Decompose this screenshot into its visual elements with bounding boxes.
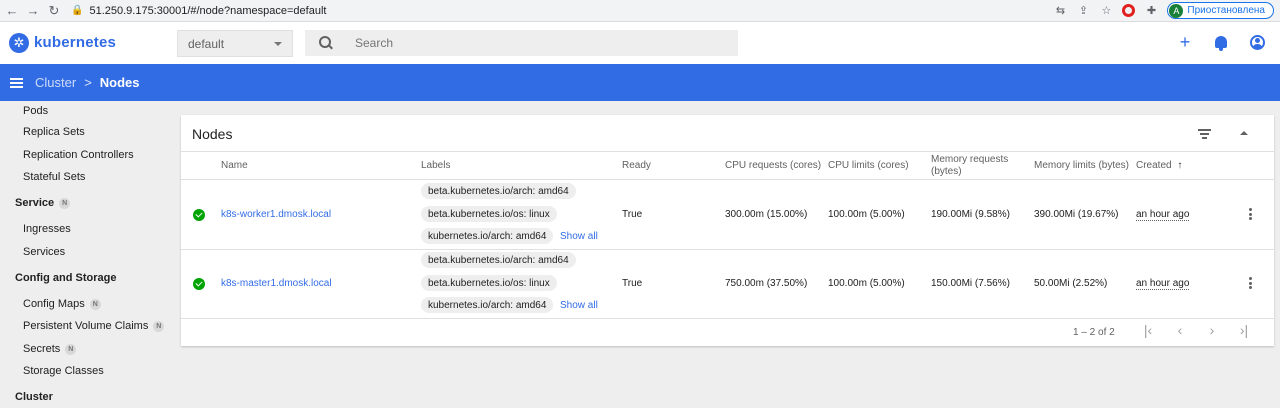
forward-icon[interactable]: → [24,2,42,20]
column-header-cpu-requests[interactable]: CPU requests (cores) [725,160,821,172]
sidebar-item-pvc[interactable]: Persistent Volume Claims N [23,320,165,332]
divider [181,179,1274,180]
search-icon [319,36,333,50]
created-value[interactable]: an hour ago [1136,278,1190,290]
cpu-limits-value: 100.00m (5.00%) [828,209,905,220]
namespace-select[interactable]: default [177,30,293,57]
app-header: ✲ kubernetes default + [0,22,1280,64]
opera-extension-icon[interactable] [1122,4,1136,17]
namespaced-badge: N [153,320,165,332]
sidebar-item-pods[interactable]: Pods [23,105,48,117]
sidebar-item-services[interactable]: Services [23,246,65,258]
sort-ascending-icon: ↑ [1177,160,1183,171]
show-all-labels-link[interactable]: Show all [560,300,598,311]
label-chip: beta.kubernetes.io/os: linux [421,275,557,291]
avatar: A [1169,3,1184,18]
browser-toolbar: ← → ↻ 🔒 51.250.9.175:30001/#/node?namesp… [0,0,1280,22]
breadcrumb-cluster[interactable]: Cluster [35,75,76,90]
reload-icon[interactable]: ↻ [45,2,63,20]
bell-icon[interactable] [1212,33,1230,51]
label-chip: kubernetes.io/arch: amd64 [421,297,554,313]
sidebar-item-replication-controllers[interactable]: Replication Controllers [23,149,134,161]
label-chip: kubernetes.io/arch: amd64 [421,228,554,244]
translate-icon[interactable]: ⇆ [1053,4,1067,18]
column-header-ready[interactable]: Ready [622,160,651,172]
label-chip: beta.kubernetes.io/arch: amd64 [421,252,576,268]
lock-icon[interactable]: 🔒 [71,5,83,16]
sidebar: Pods Replica Sets Replication Controller… [0,101,168,408]
column-header-cpu-limits[interactable]: CPU limits (cores) [828,160,909,172]
sidebar-item-storage-classes[interactable]: Storage Classes [23,365,104,377]
profile-button[interactable]: A Приостановлена [1167,2,1274,19]
profile-status: Приостановлена [1187,5,1265,16]
column-header-labels: Labels [421,160,451,171]
breadcrumb-current: Nodes [99,75,140,90]
ready-value: True [622,278,643,289]
breadcrumb-separator: > [84,75,92,90]
collapse-icon[interactable] [1240,131,1248,135]
namespaced-badge: N [65,343,77,355]
node-name-link[interactable]: k8s-master1.dmosk.local [221,278,332,289]
chevron-down-icon [274,42,282,46]
star-icon[interactable]: ☆ [1099,4,1113,18]
account-icon[interactable] [1248,33,1266,51]
sidebar-item-replica-sets[interactable]: Replica Sets [23,126,85,138]
kubernetes-logo-icon[interactable]: ✲ [9,33,29,53]
search-input[interactable] [355,36,715,50]
nodes-card: Nodes Name Labels Ready CPU requests (co… [181,115,1274,346]
address-bar[interactable]: 51.250.9.175:30001/#/node?namespace=defa… [89,5,326,17]
memory-limits-value: 390.00Mi (19.67%) [1034,209,1119,220]
brand-title[interactable]: kubernetes [34,34,116,51]
sidebar-item-secrets[interactable]: Secrets N [23,343,77,355]
sidebar-section-cluster[interactable]: Cluster [15,391,53,403]
next-page-icon[interactable]: › [1205,322,1219,338]
divider [181,249,1274,250]
sidebar-section-service[interactable]: Service N [15,197,71,209]
namespace-value: default [188,36,225,51]
label-chip: beta.kubernetes.io/arch: amd64 [421,183,576,199]
last-page-icon[interactable]: ›| [1237,322,1251,338]
column-header-created[interactable]: Created ↑ [1136,160,1182,172]
namespaced-badge: N [59,197,71,209]
card-title: Nodes [192,126,233,142]
pagination-range: 1 – 2 of 2 [1073,327,1115,338]
previous-page-icon[interactable]: ‹ [1173,322,1187,338]
filter-icon[interactable] [1198,129,1211,139]
extensions-icon[interactable]: ✚ [1144,4,1158,18]
label-chip: beta.kubernetes.io/os: linux [421,206,557,222]
memory-limits-value: 50.00Mi (2.52%) [1034,278,1108,289]
namespaced-badge: N [89,298,101,310]
ready-value: True [622,209,643,220]
node-name-link[interactable]: k8s-worker1.dmosk.local [221,209,331,220]
cpu-limits-value: 100.00m (5.00%) [828,278,905,289]
created-value[interactable]: an hour ago [1136,209,1190,221]
sidebar-item-config-maps[interactable]: Config Maps N [23,298,101,310]
column-header-name[interactable]: Name [221,160,248,172]
ready-check-icon [193,209,205,221]
cpu-requests-value: 300.00m (15.00%) [725,209,808,220]
sidebar-section-config-storage[interactable]: Config and Storage [15,272,116,284]
share-icon[interactable]: ⇪ [1076,4,1090,18]
column-header-memory-limits[interactable]: Memory limits (bytes) [1034,160,1129,172]
divider [181,318,1274,319]
divider [181,151,1274,152]
menu-icon[interactable] [10,77,23,88]
memory-requests-value: 150.00Mi (7.56%) [931,278,1010,289]
breadcrumb-bar: Cluster > Nodes [0,64,1280,101]
ready-check-icon [193,278,205,290]
first-page-icon[interactable]: |‹ [1141,322,1155,338]
more-vert-icon[interactable] [1248,277,1252,289]
plus-icon[interactable]: + [1176,32,1194,52]
column-header-memory-requests[interactable]: Memory requests (bytes) [931,154,1023,178]
more-vert-icon[interactable] [1248,208,1252,220]
show-all-labels-link[interactable]: Show all [560,231,598,242]
search-bar [305,30,738,56]
sidebar-item-stateful-sets[interactable]: Stateful Sets [23,171,85,183]
cpu-requests-value: 750.00m (37.50%) [725,278,808,289]
back-icon[interactable]: ← [3,2,21,20]
sidebar-item-ingresses[interactable]: Ingresses [23,223,71,235]
memory-requests-value: 190.00Mi (9.58%) [931,209,1010,220]
